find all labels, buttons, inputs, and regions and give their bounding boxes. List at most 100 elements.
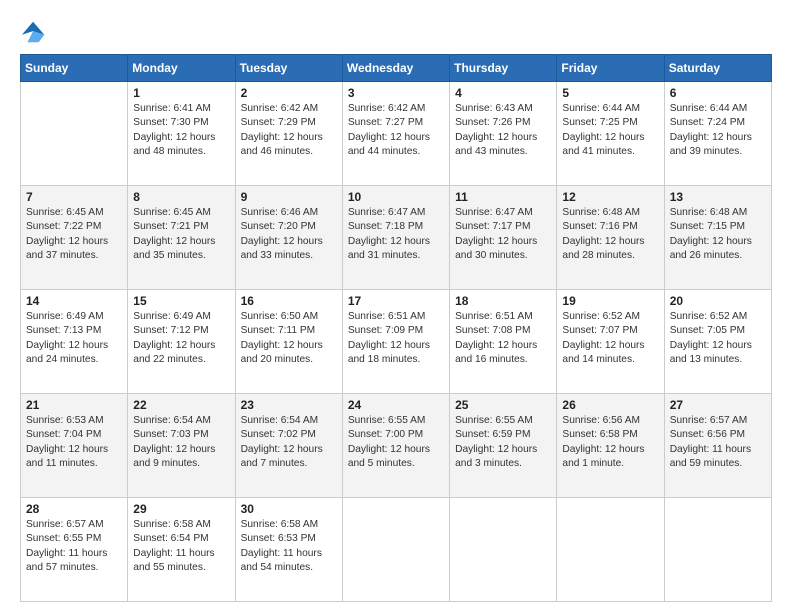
day-cell: 18Sunrise: 6:51 AMSunset: 7:08 PMDayligh… [450,290,557,394]
day-info: Sunrise: 6:54 AMSunset: 7:03 PMDaylight:… [133,414,229,471]
day-number: 15 [133,294,229,308]
week-row-1: 1Sunrise: 6:41 AMSunset: 7:30 PMDaylight… [21,82,772,186]
day-cell: 8 Sunrise: 6:45 AMSunset: 7:21 PMDaylight… [128,186,235,290]
day-info: Sunrise: 6:47 AMSunset: 7:18 PMDaylight:… [348,206,444,263]
header [20,18,772,46]
day-cell: 12 Sunrise: 6:48 AMSunset: 7:16 PMDayligh… [557,186,664,290]
day-number: 14 [26,294,122,308]
day-info: Sunrise: 6:44 AMSunset: 7:24 PMDaylight:… [670,102,766,159]
day-number: 28 [26,502,122,516]
day-cell: 19 Sunrise: 6:52 AMSunset: 7:07 PMDayligh… [557,290,664,394]
day-cell: 3Sunrise: 6:42 AMSunset: 7:27 PMDaylight… [342,82,449,186]
day-number: 7 [26,190,122,204]
day-cell: 16 Sunrise: 6:50 AMSunset: 7:11 PMDayligh… [235,290,342,394]
day-number: 27 [670,398,766,412]
day-number: 30 [241,502,337,516]
calendar-page: SundayMondayTuesdayWednesdayThursdayFrid… [0,0,792,612]
day-cell: 21Sunrise: 6:53 AMSunset: 7:04 PMDayligh… [21,394,128,498]
day-cell: 26 Sunrise: 6:56 AMSunset: 6:58 PMDayligh… [557,394,664,498]
day-cell: 15 Sunrise: 6:49 AMSunset: 7:12 PMDayligh… [128,290,235,394]
day-info: Sunrise: 6:42 AMSunset: 7:27 PMDaylight:… [348,102,444,159]
day-cell: 22 Sunrise: 6:54 AMSunset: 7:03 PMDayligh… [128,394,235,498]
week-row-3: 14Sunrise: 6:49 AMSunset: 7:13 PMDayligh… [21,290,772,394]
day-info: Sunrise: 6:47 AMSunset: 7:17 PMDaylight:… [455,206,551,263]
day-info: Sunrise: 6:57 AMSunset: 6:55 PMDaylight:… [26,518,122,575]
day-number: 16 [241,294,337,308]
weekday-header-wednesday: Wednesday [342,55,449,82]
day-number: 9 [241,190,337,204]
day-cell [557,498,664,602]
day-cell: 9 Sunrise: 6:46 AMSunset: 7:20 PMDaylight… [235,186,342,290]
day-number: 11 [455,190,551,204]
day-cell [342,498,449,602]
day-cell: 23 Sunrise: 6:54 AMSunset: 7:02 PMDayligh… [235,394,342,498]
day-cell: 1Sunrise: 6:41 AMSunset: 7:30 PMDaylight… [128,82,235,186]
day-number: 8 [133,190,229,204]
day-info: Sunrise: 6:56 AMSunset: 6:58 PMDaylight:… [562,414,658,471]
day-number: 22 [133,398,229,412]
day-cell: 28 Sunrise: 6:57 AMSunset: 6:55 PMDayligh… [21,498,128,602]
day-info: Sunrise: 6:48 AMSunset: 7:16 PMDaylight:… [562,206,658,263]
weekday-header-monday: Monday [128,55,235,82]
day-cell [450,498,557,602]
day-info: Sunrise: 6:53 AMSunset: 7:04 PMDaylight:… [26,414,122,471]
logo-icon [20,18,48,46]
day-info: Sunrise: 6:50 AMSunset: 7:11 PMDaylight:… [241,310,337,367]
day-number: 12 [562,190,658,204]
weekday-header-friday: Friday [557,55,664,82]
day-number: 18 [455,294,551,308]
day-info: Sunrise: 6:55 AMSunset: 7:00 PMDaylight:… [348,414,444,471]
day-cell [664,498,771,602]
day-info: Sunrise: 6:48 AMSunset: 7:15 PMDaylight:… [670,206,766,263]
day-info: Sunrise: 6:45 AMSunset: 7:21 PMDaylight:… [133,206,229,263]
day-number: 20 [670,294,766,308]
day-cell: 29 Sunrise: 6:58 AMSunset: 6:54 PMDayligh… [128,498,235,602]
day-number: 4 [455,86,551,100]
day-cell: 6 Sunrise: 6:44 AMSunset: 7:24 PMDaylight… [664,82,771,186]
day-cell: 11 Sunrise: 6:47 AMSunset: 7:17 PMDayligh… [450,186,557,290]
day-info: Sunrise: 6:57 AMSunset: 6:56 PMDaylight:… [670,414,766,471]
logo [20,18,52,46]
day-info: Sunrise: 6:49 AMSunset: 7:12 PMDaylight:… [133,310,229,367]
day-info: Sunrise: 6:55 AMSunset: 6:59 PMDaylight:… [455,414,551,471]
week-row-2: 7 Sunrise: 6:45 AMSunset: 7:22 PMDaylight… [21,186,772,290]
day-info: Sunrise: 6:46 AMSunset: 7:20 PMDaylight:… [241,206,337,263]
day-info: Sunrise: 6:45 AMSunset: 7:22 PMDaylight:… [26,206,122,263]
day-info: Sunrise: 6:58 AMSunset: 6:53 PMDaylight:… [241,518,337,575]
day-number: 25 [455,398,551,412]
day-cell: 14Sunrise: 6:49 AMSunset: 7:13 PMDayligh… [21,290,128,394]
weekday-header-saturday: Saturday [664,55,771,82]
day-cell: 5Sunrise: 6:44 AMSunset: 7:25 PMDaylight… [557,82,664,186]
day-number: 23 [241,398,337,412]
day-number: 24 [348,398,444,412]
day-info: Sunrise: 6:52 AMSunset: 7:07 PMDaylight:… [562,310,658,367]
day-info: Sunrise: 6:51 AMSunset: 7:09 PMDaylight:… [348,310,444,367]
day-cell: 10 Sunrise: 6:47 AMSunset: 7:18 PMDayligh… [342,186,449,290]
day-number: 29 [133,502,229,516]
day-cell: 2 Sunrise: 6:42 AMSunset: 7:29 PMDaylight… [235,82,342,186]
day-info: Sunrise: 6:58 AMSunset: 6:54 PMDaylight:… [133,518,229,575]
day-info: Sunrise: 6:43 AMSunset: 7:26 PMDaylight:… [455,102,551,159]
day-number: 10 [348,190,444,204]
day-number: 19 [562,294,658,308]
day-cell: 27 Sunrise: 6:57 AMSunset: 6:56 PMDayligh… [664,394,771,498]
day-cell: 7 Sunrise: 6:45 AMSunset: 7:22 PMDaylight… [21,186,128,290]
day-cell: 13 Sunrise: 6:48 AMSunset: 7:15 PMDayligh… [664,186,771,290]
day-cell: 30 Sunrise: 6:58 AMSunset: 6:53 PMDayligh… [235,498,342,602]
weekday-header-sunday: Sunday [21,55,128,82]
week-row-4: 21Sunrise: 6:53 AMSunset: 7:04 PMDayligh… [21,394,772,498]
day-number: 17 [348,294,444,308]
weekday-header-thursday: Thursday [450,55,557,82]
day-cell: 25 Sunrise: 6:55 AMSunset: 6:59 PMDayligh… [450,394,557,498]
day-number: 2 [241,86,337,100]
calendar-table: SundayMondayTuesdayWednesdayThursdayFrid… [20,54,772,602]
day-number: 6 [670,86,766,100]
day-cell [21,82,128,186]
day-cell: 24 Sunrise: 6:55 AMSunset: 7:00 PMDayligh… [342,394,449,498]
weekday-header-row: SundayMondayTuesdayWednesdayThursdayFrid… [21,55,772,82]
day-info: Sunrise: 6:42 AMSunset: 7:29 PMDaylight:… [241,102,337,159]
day-info: Sunrise: 6:54 AMSunset: 7:02 PMDaylight:… [241,414,337,471]
day-number: 26 [562,398,658,412]
day-number: 13 [670,190,766,204]
weekday-header-tuesday: Tuesday [235,55,342,82]
